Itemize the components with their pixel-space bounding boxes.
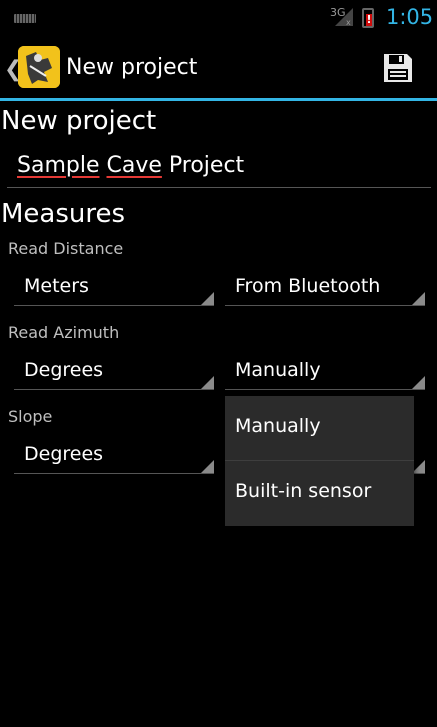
- battery-warning-mark: !: [366, 13, 372, 26]
- project-name-underline: [7, 187, 431, 188]
- azimuth-unit-value: Degrees: [24, 359, 104, 381]
- spinner-arrow-icon: [201, 376, 214, 389]
- spinner-underline: [14, 305, 214, 306]
- dropdown-option-built-in-sensor[interactable]: Built-in sensor: [225, 461, 414, 525]
- azimuth-source-spinner[interactable]: Manually: [225, 350, 425, 390]
- spinner-arrow-icon: [412, 292, 425, 305]
- slope-unit-value: Degrees: [24, 443, 104, 465]
- project-name-word: Sample: [17, 153, 100, 178]
- dropdown-option-label: Manually: [235, 415, 321, 437]
- spinner-arrow-icon: [201, 292, 214, 305]
- spinner-underline: [225, 389, 425, 390]
- distance-source-spinner[interactable]: From Bluetooth: [225, 266, 425, 306]
- distance-unit-value: Meters: [24, 275, 89, 297]
- slope-unit-spinner[interactable]: Degrees: [14, 434, 214, 474]
- spinner-underline: [14, 473, 214, 474]
- spinner-underline: [14, 389, 214, 390]
- cave-explorer-icon: [18, 46, 60, 88]
- save-icon[interactable]: [382, 52, 414, 84]
- dropdown-option-label: Built-in sensor: [235, 480, 372, 502]
- project-name-input[interactable]: Sample Cave Project: [17, 153, 244, 178]
- read-azimuth-label: Read Azimuth: [8, 323, 120, 342]
- action-bar-divider: [0, 98, 437, 101]
- app-icon[interactable]: [18, 46, 60, 88]
- measures-heading: Measures: [1, 199, 126, 229]
- source-dropdown-menu: Manually Built-in sensor: [225, 396, 414, 526]
- action-bar-title: New project: [66, 55, 198, 80]
- project-name-word: Cave: [106, 153, 162, 178]
- azimuth-source-value: Manually: [235, 359, 321, 381]
- spinner-underline: [225, 305, 425, 306]
- spinner-arrow-icon: [412, 376, 425, 389]
- dropdown-option-manually[interactable]: Manually: [225, 396, 414, 460]
- distance-source-value: From Bluetooth: [235, 275, 381, 297]
- distance-unit-spinner[interactable]: Meters: [14, 266, 214, 306]
- slope-label: Slope: [8, 407, 53, 426]
- spinner-arrow-icon: [201, 460, 214, 473]
- read-distance-label: Read Distance: [8, 239, 124, 258]
- project-name-word: Project: [168, 153, 245, 178]
- battery-low-icon: !: [362, 8, 374, 28]
- svg-text:x: x: [346, 18, 351, 26]
- page-title: New project: [1, 106, 157, 136]
- clock: 1:05: [386, 5, 434, 29]
- signal-icon: x: [335, 8, 353, 26]
- azimuth-unit-spinner[interactable]: Degrees: [14, 350, 214, 390]
- keyboard-icon: [14, 14, 36, 23]
